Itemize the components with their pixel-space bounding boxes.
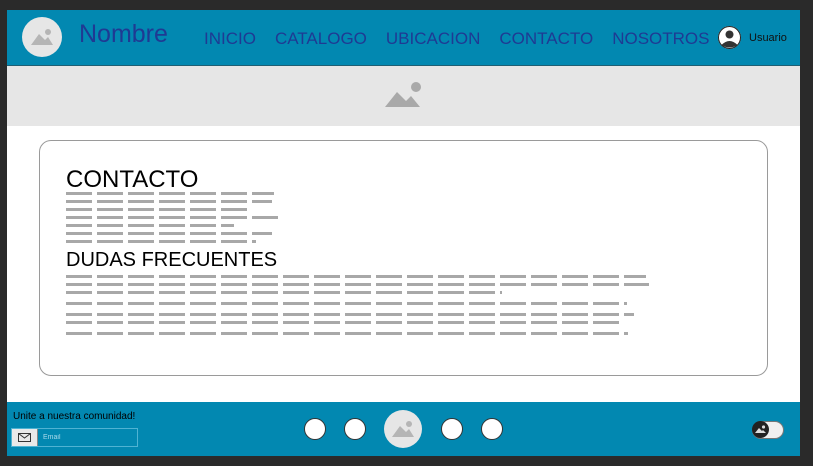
contact-text-placeholder <box>66 192 280 248</box>
logo[interactable] <box>22 17 62 57</box>
social-link-3[interactable] <box>441 418 463 440</box>
user-avatar-icon <box>718 26 741 49</box>
email-subscribe <box>11 428 142 447</box>
faq-text-placeholder <box>66 275 649 340</box>
email-input[interactable] <box>39 429 142 446</box>
social-link-2[interactable] <box>344 418 366 440</box>
main-nav: INICIO CATALOGO UBICACION CONTACTO NOSOT… <box>204 29 729 49</box>
faq-heading: DUDAS FRECUENTES <box>66 249 278 271</box>
image-placeholder-icon <box>31 29 53 45</box>
mail-icon <box>12 429 38 446</box>
image-placeholder-icon <box>392 421 414 437</box>
contact-heading: CONTACTO <box>66 166 199 193</box>
user-menu[interactable]: Usuario <box>718 26 787 49</box>
nav-catalogo[interactable]: CATALOGO <box>275 29 367 49</box>
social-link-4[interactable] <box>481 418 503 440</box>
social-link-1[interactable] <box>304 418 326 440</box>
header-bar: Nombre INICIO CATALOGO UBICACION CONTACT… <box>7 10 800 66</box>
footer-bar: Unite a nuestra comunidad! <box>7 402 800 456</box>
nav-inicio[interactable]: INICIO <box>204 29 256 49</box>
page-frame: Nombre INICIO CATALOGO UBICACION CONTACT… <box>7 10 800 456</box>
image-placeholder-icon <box>384 82 421 107</box>
nav-contacto[interactable]: CONTACTO <box>499 29 593 49</box>
toggle-knob <box>752 421 769 438</box>
brand-name[interactable]: Nombre <box>79 20 168 49</box>
hero-banner <box>7 66 800 126</box>
content-card: CONTACTO DUDAS FRECUENTES <box>39 140 768 376</box>
image-placeholder-icon <box>755 425 766 433</box>
footer-logo[interactable] <box>384 410 422 448</box>
community-label: Unite a nuestra comunidad! <box>13 411 136 422</box>
user-label: Usuario <box>749 31 787 44</box>
nav-nosotros[interactable]: NOSOTROS <box>612 29 709 49</box>
nav-ubicacion[interactable]: UBICACION <box>386 29 480 49</box>
theme-toggle[interactable] <box>752 421 784 439</box>
